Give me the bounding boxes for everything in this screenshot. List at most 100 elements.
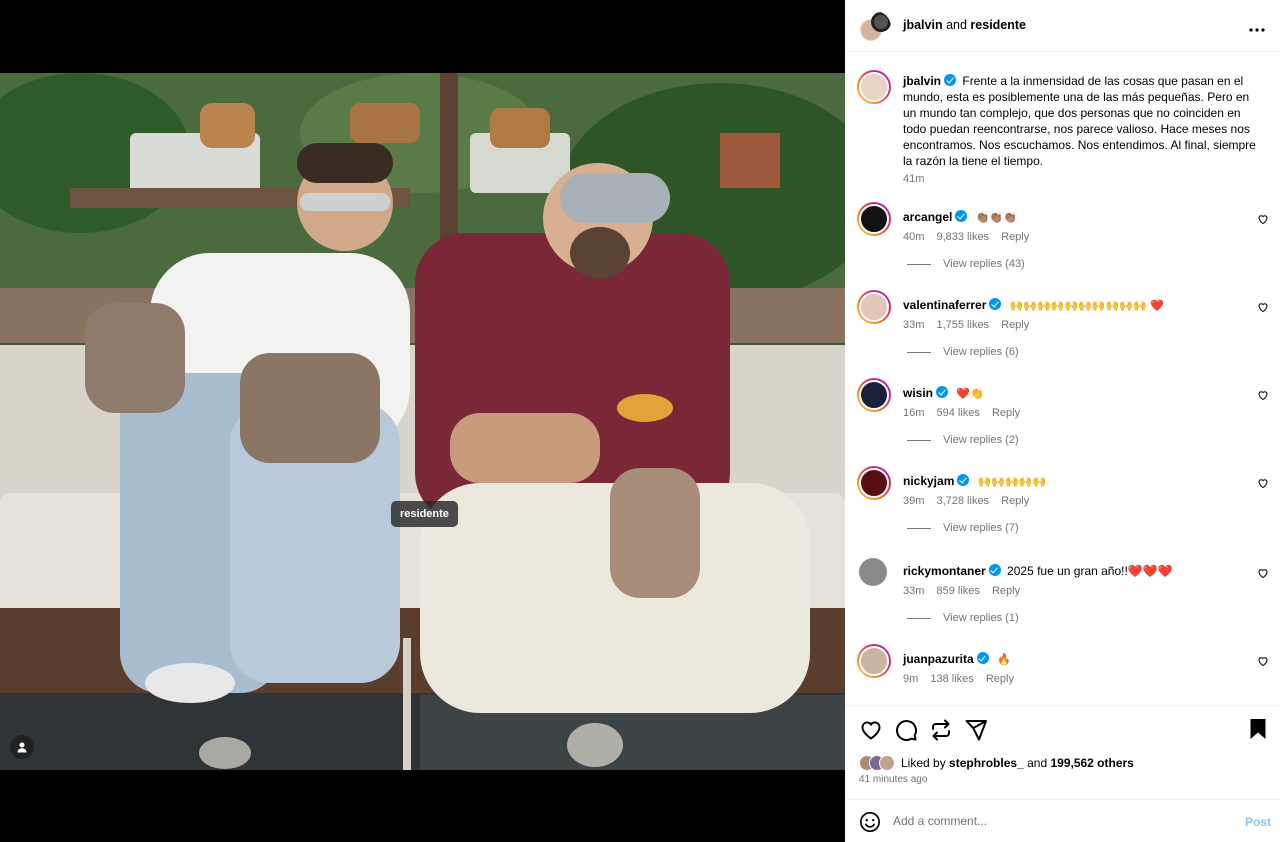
- comment-time: 33m: [903, 585, 925, 597]
- comment-avatar[interactable]: [857, 644, 891, 678]
- liked-by-and: and: [1027, 756, 1048, 770]
- comment-likes[interactable]: 138 likes: [930, 673, 973, 685]
- caption-text: jbalvin Frente a la inmensidad de las co…: [903, 73, 1265, 169]
- emoji-icon[interactable]: [859, 811, 881, 836]
- comment-like-icon[interactable]: [1257, 389, 1269, 404]
- comment-like-icon[interactable]: [1257, 477, 1269, 492]
- comment-like-icon[interactable]: [1257, 567, 1269, 582]
- header-collab[interactable]: residente: [970, 18, 1026, 32]
- comment-text: wisin ❤️👏: [903, 386, 984, 400]
- comment-user[interactable]: juanpazurita: [903, 652, 974, 666]
- verified-icon: [976, 652, 989, 664]
- comment: arcangel 👏🏽👏🏽👏🏽 40m 9,833 likes Reply Vi…: [857, 202, 1280, 272]
- comment-like-icon[interactable]: [1257, 301, 1269, 316]
- comment: juanpazurita 🔥 9m 138 likes Reply: [857, 644, 1280, 694]
- collab-avatar[interactable]: [859, 11, 891, 43]
- caption-avatar[interactable]: [857, 70, 891, 104]
- liked-by-prefix: Liked by: [901, 756, 946, 770]
- view-replies[interactable]: View replies (2): [907, 434, 1019, 446]
- comment-meta: 16m 594 likes Reply: [903, 407, 1029, 419]
- reply-button[interactable]: Reply: [992, 407, 1020, 419]
- comment-time: 33m: [903, 319, 925, 331]
- comment: nickyjam 🙌🙌🙌🙌🙌 39m 3,728 likes Reply Vie…: [857, 466, 1280, 536]
- caption-user[interactable]: jbalvin: [903, 74, 941, 88]
- header-connector: and: [946, 18, 967, 32]
- more-icon[interactable]: [1249, 16, 1265, 37]
- comment-meta: 33m 1,755 likes Reply: [903, 319, 1038, 331]
- save-icon[interactable]: [1249, 718, 1267, 743]
- view-replies[interactable]: View replies (6): [907, 346, 1019, 358]
- comment-body: 2025 fue un gran año!!❤️❤️❤️: [1007, 564, 1173, 578]
- verified-icon: [944, 74, 957, 86]
- caption-body: Frente a la inmensidad de las cosas que …: [903, 74, 1256, 168]
- repost-icon[interactable]: [929, 718, 953, 745]
- comment: valentinaferrer 🙌🙌🙌🙌🙌🙌🙌🙌🙌🙌 ❤️ 33m 1,755 …: [857, 290, 1280, 360]
- comment-body: 👏🏽👏🏽👏🏽: [975, 211, 1017, 224]
- reply-button[interactable]: Reply: [1001, 495, 1029, 507]
- comment-likes[interactable]: 3,728 likes: [936, 495, 989, 507]
- caption-time: 41m: [903, 173, 925, 185]
- comment-body: ❤️👏: [956, 387, 984, 400]
- comment-likes[interactable]: 9,833 likes: [936, 231, 989, 243]
- add-comment-bar: Post: [845, 799, 1280, 842]
- verified-icon: [957, 474, 970, 486]
- comment-icon[interactable]: [894, 718, 918, 745]
- liked-by-others[interactable]: 199,562 others: [1050, 756, 1133, 770]
- liked-by-user[interactable]: stephrobles_: [949, 756, 1024, 770]
- comment-time: 16m: [903, 407, 925, 419]
- comment-user[interactable]: valentinaferrer: [903, 298, 986, 312]
- comment-text: rickymontaner 2025 fue un gran año!!❤️❤️…: [903, 564, 1173, 578]
- media-stage: residente: [0, 0, 845, 842]
- comment-user[interactable]: nickyjam: [903, 474, 954, 488]
- comment-likes[interactable]: 859 likes: [936, 585, 979, 597]
- comment-body: 🔥: [997, 653, 1011, 666]
- post-time: 41 minutes ago: [859, 774, 928, 785]
- comment-likes[interactable]: 594 likes: [936, 407, 979, 419]
- reply-button[interactable]: Reply: [992, 585, 1020, 597]
- comment-avatar[interactable]: [857, 378, 891, 412]
- comment-meta: 39m 3,728 likes Reply: [903, 495, 1038, 507]
- comment-text: arcangel 👏🏽👏🏽👏🏽: [903, 210, 1017, 224]
- comment-avatar[interactable]: [857, 466, 891, 500]
- post-header: jbalvin and residente: [845, 0, 1280, 52]
- reply-button[interactable]: Reply: [1001, 319, 1029, 331]
- liker-avatar: [879, 755, 895, 771]
- reply-button[interactable]: Reply: [1001, 231, 1029, 243]
- comment-text: juanpazurita 🔥: [903, 652, 1011, 666]
- comment-avatar[interactable]: [859, 558, 887, 586]
- comment-user[interactable]: wisin: [903, 386, 933, 400]
- post-sidebar: jbalvin and residente jbalvin Frente a l…: [845, 0, 1280, 842]
- comment-text: nickyjam 🙌🙌🙌🙌🙌: [903, 474, 1046, 488]
- comment-like-icon[interactable]: [1257, 655, 1269, 670]
- comment-likes[interactable]: 1,755 likes: [936, 319, 989, 331]
- post-button[interactable]: Post: [1245, 815, 1271, 829]
- share-icon[interactable]: [964, 718, 988, 745]
- liked-by: Liked by stephrobles_ and 199,562 others: [859, 755, 1134, 771]
- view-replies[interactable]: View replies (43): [907, 258, 1025, 270]
- tagged-users-icon[interactable]: [10, 735, 34, 759]
- post-header-title: jbalvin and residente: [903, 18, 1026, 32]
- liked-by-text: Liked by stephrobles_ and 199,562 others: [901, 756, 1134, 770]
- comment-user[interactable]: rickymontaner: [903, 564, 986, 578]
- verified-icon: [936, 386, 949, 398]
- comment-avatar[interactable]: [857, 290, 891, 324]
- comment-avatar[interactable]: [857, 202, 891, 236]
- view-replies[interactable]: View replies (7): [907, 522, 1019, 534]
- comment-time: 39m: [903, 495, 925, 507]
- view-replies[interactable]: View replies (1): [907, 612, 1019, 624]
- comment: wisin ❤️👏 16m 594 likes Reply View repli…: [857, 378, 1280, 448]
- comment-input[interactable]: [893, 810, 1193, 832]
- post-photo[interactable]: residente: [0, 73, 845, 770]
- comment-meta: 40m 9,833 likes Reply: [903, 231, 1038, 243]
- verified-icon: [955, 210, 968, 222]
- comment-user[interactable]: arcangel: [903, 210, 952, 224]
- header-user[interactable]: jbalvin: [903, 18, 943, 32]
- photo-tag[interactable]: residente: [391, 501, 458, 527]
- heart-icon[interactable]: [859, 718, 883, 745]
- comment-text: valentinaferrer 🙌🙌🙌🙌🙌🙌🙌🙌🙌🙌 ❤️: [903, 298, 1164, 312]
- reply-button[interactable]: Reply: [986, 673, 1014, 685]
- comment-meta: 9m 138 likes Reply: [903, 673, 1023, 685]
- comment: rickymontaner 2025 fue un gran año!!❤️❤️…: [857, 556, 1280, 626]
- comment-like-icon[interactable]: [1257, 213, 1269, 228]
- comment-body: 🙌🙌🙌🙌🙌: [977, 475, 1047, 488]
